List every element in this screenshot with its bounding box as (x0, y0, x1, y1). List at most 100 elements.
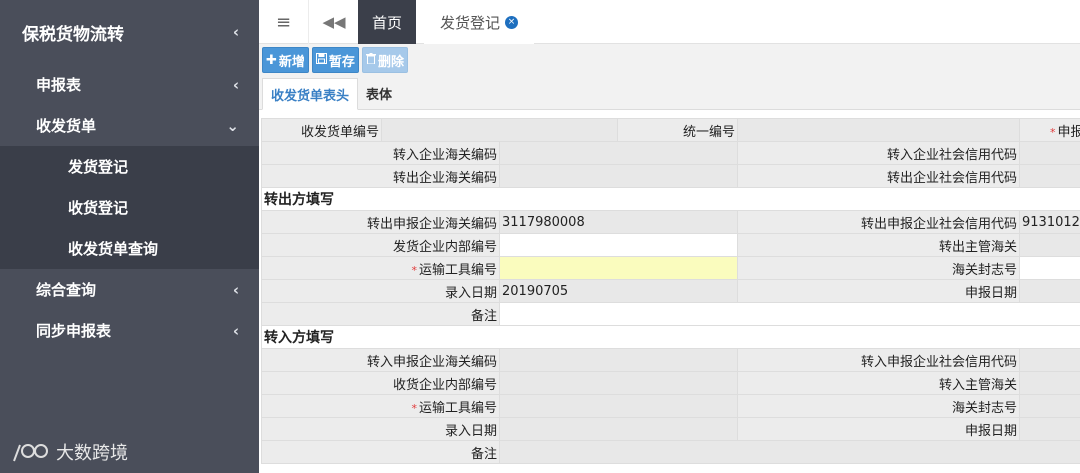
tab-home[interactable]: 首页 (358, 0, 416, 44)
out-declarant-credit-code-input[interactable]: 91310120 (1019, 210, 1080, 234)
add-button[interactable]: ✚ 新增 (262, 47, 309, 73)
field-label: 转入主管海关 (737, 371, 1020, 395)
sidebar-subitem-label: 收货登记 (68, 199, 129, 217)
field-label: 海关封志号 (737, 394, 1020, 418)
required-mark: * (411, 263, 417, 277)
add-label: 新增 (278, 54, 305, 70)
field-label: 转出申报企业社会信用代码 (737, 210, 1020, 234)
chevron-left-icon: ‹ (232, 280, 239, 299)
top-tab-bar: ≡ ◀◀ 首页 发货登记 × (259, 0, 1080, 44)
out-company-customs-code-input[interactable] (499, 164, 738, 188)
form-row: 收发货单编号 统一编号 *申报 (261, 118, 1080, 142)
field-label: * 运输工具编号 (261, 394, 500, 418)
in-declarant-customs-code-input[interactable] (499, 348, 738, 372)
field-label: 转入申报企业社会信用代码 (737, 348, 1020, 372)
field-label: *申报 (1019, 118, 1080, 142)
form-row: 备注 (261, 302, 1080, 326)
sidebar-item-general-query[interactable]: 综合查询 ‹ (0, 269, 259, 310)
trash-icon (365, 52, 376, 68)
section-title-out: 转出方填写 (261, 187, 1080, 211)
in-transport-number-input[interactable] (499, 394, 738, 418)
field-label: 转出企业海关编码 (261, 164, 500, 188)
field-label: 发货企业内部编号 (261, 233, 500, 257)
section-title-in: 转入方填写 (261, 325, 1080, 349)
transport-number-input[interactable] (499, 256, 738, 280)
field-label: * 运输工具编号 (261, 256, 500, 280)
save-draft-button[interactable]: 暂存 (311, 47, 359, 73)
form-panel: 收发货单编号 统一编号 *申报 转入企业海关编码 转入企业社会信用代码 转出企业… (259, 110, 1080, 473)
main-content: ✚ 新增 暂存 删除 收发货单表头 表体 收发货单编号 统一编号 * 申 转入企… (259, 44, 1080, 473)
field-label: 转入企业海关编码 (261, 141, 500, 165)
form-row: * 运输工具编号 海关封志号 (261, 394, 1080, 418)
form-row: 备注 (261, 440, 1080, 464)
in-declare-date-input[interactable] (1019, 417, 1080, 441)
sidebar-title-label: 保税货物流转 (22, 24, 124, 45)
declare-date-input[interactable] (1019, 279, 1080, 303)
sidebar-item-declaration[interactable]: 申报表 ‹ (0, 64, 259, 105)
form-row: 转出企业海关编码 转出企业社会信用代码 (261, 164, 1080, 188)
form-row: 转入企业海关编码 转入企业社会信用代码 (261, 141, 1080, 165)
sidebar-subitem-receipt-register[interactable]: 收货登记 (0, 187, 259, 228)
brand-name: 大数跨境 (56, 443, 128, 464)
entry-date-input[interactable]: 20190705 (499, 279, 738, 303)
field-label: 转入申报企业海关编码 (261, 348, 500, 372)
floppy-disk-icon (315, 52, 327, 68)
field-label: 转出申报企业海关编码 (261, 210, 500, 234)
customs-seal-input[interactable] (1019, 256, 1080, 280)
menu-toggle-icon[interactable]: ≡ (259, 0, 309, 44)
sidebar-item-receipt-delivery[interactable]: 收发货单 ⌄ (0, 105, 259, 146)
tab-body[interactable]: 表体 (358, 77, 400, 109)
form-row: 转出申报企业海关编码 3117980008 转出申报企业社会信用代码 91310… (261, 210, 1080, 234)
brand-logo: 大数跨境 (10, 439, 128, 465)
sidebar-subitem-label: 发货登记 (68, 158, 129, 176)
doc-number-input[interactable] (381, 118, 618, 142)
out-declarant-customs-code-input[interactable]: 3117980008 (499, 210, 738, 234)
chevron-left-icon[interactable]: ‹ (233, 23, 239, 41)
required-mark: * (411, 401, 417, 415)
field-label: 收货企业内部编号 (261, 371, 500, 395)
sidebar-subitem-label: 收发货单查询 (68, 240, 159, 258)
field-label: 转入企业社会信用代码 (737, 141, 1020, 165)
field-label: 统一编号 (617, 118, 738, 142)
tab-header[interactable]: 收发货单表头 (262, 78, 359, 110)
form-row: 录入日期 申报日期 (261, 417, 1080, 441)
form-row: 收货企业内部编号 转入主管海关 (261, 371, 1080, 395)
form-row: 转入申报企业海关编码 转入申报企业社会信用代码 (261, 348, 1080, 372)
sidebar: 保税货物流转 ‹ 申报表 ‹ 收发货单 ⌄ 发货登记 收货登记 收发货单查询 综… (0, 0, 259, 473)
chevron-down-icon: ⌄ (226, 116, 239, 135)
save-draft-label: 暂存 (328, 54, 355, 70)
in-customs-input[interactable] (1019, 371, 1080, 395)
in-customs-seal-input[interactable] (1019, 394, 1080, 418)
chevron-left-icon: ‹ (232, 321, 239, 340)
unified-number-input[interactable] (737, 118, 1020, 142)
sidebar-title[interactable]: 保税货物流转 ‹ (0, 0, 259, 64)
receiver-internal-number-input[interactable] (499, 371, 738, 395)
sidebar-subitem-query[interactable]: 收发货单查询 (0, 228, 259, 269)
in-declarant-credit-code-input[interactable] (1019, 348, 1080, 372)
in-company-credit-code-input[interactable] (1019, 141, 1080, 165)
double-chevron-left-icon[interactable]: ◀◀ (309, 0, 359, 44)
out-customs-input[interactable] (1019, 233, 1080, 257)
form-tabs: 收发货单表头 表体 (259, 77, 1080, 110)
delete-button[interactable]: 删除 (361, 47, 408, 73)
remarks-input[interactable] (499, 302, 1080, 326)
required-mark: * (1050, 125, 1056, 139)
sidebar-submenu: 发货登记 收货登记 收发货单查询 (0, 146, 259, 269)
field-label: 转出主管海关 (737, 233, 1020, 257)
field-label: 备注 (261, 440, 500, 464)
delete-label: 删除 (377, 54, 404, 70)
sidebar-item-sync[interactable]: 同步申报表 ‹ (0, 310, 259, 351)
in-remarks-input[interactable] (499, 440, 1080, 464)
close-icon[interactable]: × (505, 15, 518, 29)
shipper-internal-number-input[interactable] (499, 233, 738, 257)
form-table: 收发货单编号 统一编号 *申报 转入企业海关编码 转入企业社会信用代码 转出企业… (261, 118, 1080, 464)
in-entry-date-input[interactable] (499, 417, 738, 441)
form-row: 发货企业内部编号 转出主管海关 (261, 233, 1080, 257)
field-label: 收发货单编号 (261, 118, 382, 142)
sidebar-subitem-delivery-register[interactable]: 发货登记 (0, 146, 259, 187)
tab-delivery-register[interactable]: 发货登记 × (424, 0, 534, 44)
in-company-customs-code-input[interactable] (499, 141, 738, 165)
form-row: 录入日期 20190705 申报日期 (261, 279, 1080, 303)
out-company-credit-code-input[interactable] (1019, 164, 1080, 188)
field-label: 录入日期 (261, 279, 500, 303)
